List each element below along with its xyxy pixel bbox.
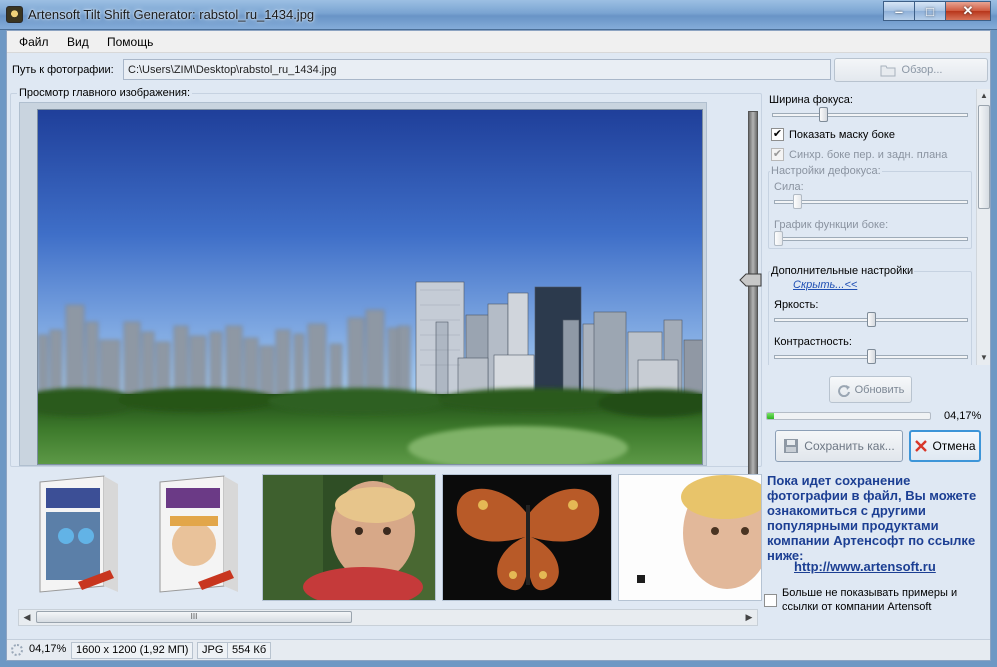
minimize-button[interactable]: ‒ (883, 1, 915, 21)
status-dimensions: 1600 x 1200 (1,92 МП) (71, 642, 194, 659)
bokeh-graph-thumb[interactable] (774, 231, 783, 246)
progress-fill (767, 413, 774, 419)
client-area: Файл Вид Помощь Путь к фотографии: C:\Us… (6, 30, 991, 661)
extra-settings-label: Дополнительные настройки (770, 265, 915, 277)
spinner-icon (11, 644, 23, 656)
path-row: Путь к фотографии: C:\Users\ZIM\Desktop\… (7, 55, 990, 83)
strength-track[interactable] (774, 200, 968, 204)
cancel-label: Отмена (932, 439, 976, 453)
status-bar: 04,17% 1600 x 1200 (1,92 МП) JPG 554 Кб (7, 639, 990, 660)
bokeh-graph-track[interactable] (774, 237, 968, 241)
menu-help[interactable]: Помощь (107, 35, 153, 49)
example-mosaic-portrait[interactable] (618, 474, 762, 601)
progress-percent: 04,17% (944, 410, 982, 422)
status-progress: 04,17% (29, 643, 67, 655)
preview-label: Просмотр главного изображения: (17, 87, 193, 99)
status-format: JPG (197, 642, 229, 659)
settings-scrollbar[interactable]: ▲ ▼ (976, 89, 990, 365)
browse-label: Обзор... (901, 64, 943, 76)
save-as-label: Сохранить как... (804, 439, 895, 453)
show-mask-label: Показать маску боке (789, 129, 895, 141)
focus-slider-thumb-icon[interactable] (738, 273, 762, 287)
brightness-label: Яркость: (774, 299, 819, 311)
menu-view[interactable]: Вид (67, 35, 89, 49)
examples-strip: ◀ III ▶ (10, 471, 762, 631)
browse-button[interactable]: Обзор... (834, 58, 988, 82)
path-label: Путь к фотографии: (12, 64, 114, 76)
promo-text: Пока идет сохранение фотографии в файл, … (767, 473, 977, 563)
hide-link[interactable]: Скрыть...<< (793, 279, 857, 291)
dont-show-checkbox[interactable] (764, 594, 777, 607)
main-image[interactable] (37, 109, 703, 465)
path-field[interactable]: C:\Users\ZIM\Desktop\rabstol_ru_1434.jpg (123, 59, 831, 80)
scroll-left-icon[interactable]: ◀ (19, 610, 35, 625)
minimize-icon: ‒ (895, 3, 903, 19)
maximize-button[interactable]: □ (914, 1, 946, 21)
scroll-down-icon[interactable]: ▼ (977, 351, 990, 365)
example-mosaic-wizard[interactable] (18, 474, 136, 601)
floppy-icon (784, 439, 799, 453)
scroll-thumb[interactable]: III (36, 611, 352, 623)
save-as-button[interactable]: Сохранить как... (775, 430, 903, 462)
folder-icon (880, 65, 896, 76)
cancel-icon (915, 440, 928, 452)
refresh-button[interactable]: Обновить (829, 376, 912, 403)
defocus-group-label: Настройки дефокуса: (770, 165, 882, 177)
title-bar: Artensoft Tilt Shift Generator: rabstol_… (0, 0, 997, 30)
preview-group: Просмотр главного изображения: (10, 87, 762, 475)
close-icon: ✕ (962, 3, 974, 18)
status-size: 554 Кб (227, 642, 272, 659)
focus-width-thumb[interactable] (818, 107, 828, 122)
example-butterfly[interactable] (442, 474, 612, 601)
example-collage-maker[interactable] (140, 474, 258, 601)
close-button[interactable]: ✕ (945, 1, 991, 21)
scroll-right-icon[interactable]: ▶ (741, 610, 757, 625)
menu-bar: Файл Вид Помощь (7, 31, 990, 53)
refresh-icon (837, 384, 850, 397)
show-mask-checkbox[interactable]: ✔ (771, 128, 784, 141)
save-progress-bar (766, 412, 931, 420)
window-title: Artensoft Tilt Shift Generator: rabstol_… (28, 7, 315, 22)
sync-bokeh-checkbox[interactable]: ✔ (771, 148, 784, 161)
settings-panel: Ширина фокуса: ✔ Показать маску боке ✔ С… (764, 89, 990, 365)
menu-file[interactable]: Файл (19, 35, 49, 49)
preview-box (19, 102, 762, 475)
examples-scrollbar[interactable]: ◀ III ▶ (18, 609, 758, 626)
window-controls: ‒ □ ✕ (883, 1, 991, 21)
focus-slider-track (748, 111, 758, 475)
maximize-icon: □ (926, 3, 934, 19)
contrast-thumb[interactable] (866, 349, 876, 364)
bokeh-graph-label: График функции боке: (774, 219, 889, 231)
example-mosaic-girl[interactable] (262, 474, 436, 601)
strength-thumb[interactable] (792, 194, 802, 209)
focus-width-track[interactable] (772, 113, 968, 117)
brightness-thumb[interactable] (866, 312, 876, 327)
scroll-up-icon[interactable]: ▲ (977, 89, 990, 103)
cancel-button[interactable]: Отмена (909, 430, 981, 462)
settings-scroll-thumb[interactable] (978, 105, 990, 209)
app-icon (6, 6, 23, 23)
focus-width-label: Ширина фокуса: (769, 94, 853, 106)
contrast-label: Контрастность: (774, 336, 852, 348)
strength-label: Сила: (774, 181, 804, 193)
dont-show-label: Больше не показывать примеры и ссылки от… (782, 587, 958, 613)
refresh-label: Обновить (854, 383, 905, 396)
sync-bokeh-label: Синхр. боке пер. и задн. плана (789, 149, 948, 161)
artensoft-link[interactable]: http://www.artensoft.ru (794, 559, 936, 574)
